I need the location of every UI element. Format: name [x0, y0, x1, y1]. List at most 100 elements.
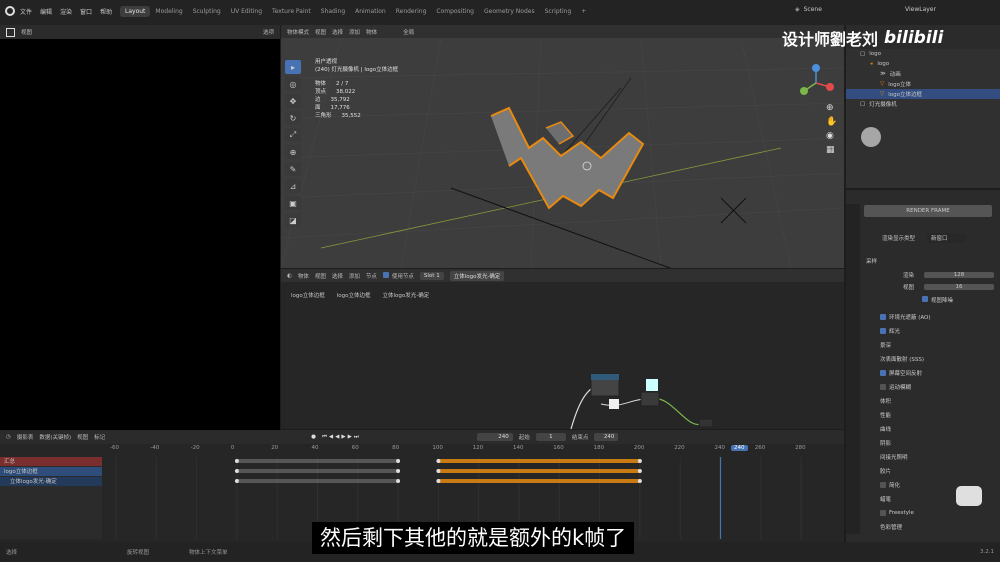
tab-layout[interactable]: Layout: [120, 5, 151, 17]
menu-edit[interactable]: 编辑: [40, 7, 52, 16]
prop-section-5[interactable]: 运动模糊: [860, 380, 1000, 394]
section-checkbox[interactable]: [880, 369, 886, 376]
menu-file[interactable]: 文件: [20, 7, 32, 16]
dopesheet-submode[interactable]: 数据(关键帧): [39, 433, 71, 441]
material-dropdown[interactable]: 立体logo发光-确定: [449, 270, 505, 281]
tab-sculpting[interactable]: Sculpting: [188, 6, 226, 17]
playhead-label[interactable]: 240: [731, 445, 748, 451]
sampling-header[interactable]: 采样: [866, 257, 877, 265]
menu-render[interactable]: 渲染: [60, 7, 72, 16]
viewport-menu-select[interactable]: 选择: [332, 28, 343, 36]
node-editor[interactable]: ◐ 物体 视图 选择 添加 节点 使用节点 Slot 1 立体logo发光-确定…: [281, 269, 844, 429]
channel-logo-border[interactable]: logo立体边框: [0, 467, 102, 476]
render-frame-button[interactable]: RENDER FRAME: [864, 205, 992, 217]
node-object-dropdown[interactable]: 物体: [298, 272, 309, 280]
node-menu-view[interactable]: 视图: [315, 272, 326, 280]
channel-summary[interactable]: 汇总: [0, 457, 102, 466]
viewport-3d[interactable]: 物体模式 视图 选择 添加 物体 全局 ▸ ◎ ✥ ↻ ⤢ ⊕ ✎ ⊿ ▣ ◪ …: [281, 25, 844, 268]
prop-section-3[interactable]: 次表面散射 (SSS): [860, 352, 1000, 366]
tab-geometry-nodes[interactable]: Geometry Nodes: [479, 6, 540, 17]
section-checkbox[interactable]: [880, 509, 886, 516]
dopesheet-mode[interactable]: 摄影表: [17, 433, 34, 441]
add-cube-icon[interactable]: ▣: [285, 196, 301, 210]
node-menu-node[interactable]: 节点: [366, 272, 377, 280]
section-checkbox[interactable]: [880, 327, 886, 334]
tab-texture-paint[interactable]: Texture Paint: [267, 6, 316, 17]
tab-uv-editing[interactable]: UV Editing: [226, 6, 267, 17]
prop-section-0[interactable]: 环境光遮蔽 (AO): [860, 310, 1000, 324]
grid-toggle-icon[interactable]: ▦: [826, 145, 835, 155]
outliner-row-anim[interactable]: ≫ 动画: [846, 69, 1000, 79]
playback-controls[interactable]: ⏮◀◀▶▶⏭: [322, 434, 361, 441]
section-checkbox[interactable]: [880, 313, 886, 320]
dopesheet-type-icon[interactable]: ◷: [6, 434, 11, 440]
add-workspace-button[interactable]: +: [576, 6, 591, 17]
prop-section-2[interactable]: 景深: [860, 338, 1000, 352]
use-nodes-checkbox[interactable]: [382, 271, 389, 278]
viewport-menu-object[interactable]: 物体: [366, 28, 377, 36]
prop-section-8[interactable]: 曲线: [860, 422, 1000, 436]
camera-view-icon[interactable]: ◉: [826, 131, 834, 141]
measure-icon[interactable]: ⊿: [285, 179, 301, 193]
prop-section-14[interactable]: Freestyle: [860, 506, 1000, 520]
cursor-icon[interactable]: ◎: [285, 77, 301, 91]
viewport-menu-view[interactable]: 视图: [315, 28, 326, 36]
prop-section-6[interactable]: 体积: [860, 394, 1000, 408]
tab-modeling[interactable]: Modeling: [150, 6, 187, 17]
viewport-menu-add[interactable]: 添加: [349, 28, 360, 36]
denoise-checkbox[interactable]: [922, 296, 928, 302]
move-icon[interactable]: ✥: [285, 94, 301, 108]
outliner-row-logo-3d[interactable]: ▽ logo立体: [846, 79, 1000, 89]
prop-section-7[interactable]: 性能: [860, 408, 1000, 422]
node-graph[interactable]: [561, 354, 741, 429]
transform-icon[interactable]: ⊕: [285, 145, 301, 159]
prop-section-15[interactable]: 色彩管理: [860, 520, 1000, 534]
transform-orientation[interactable]: 全局: [403, 28, 414, 36]
left-view-mode[interactable]: 视图: [21, 28, 32, 36]
viewport-samples-field[interactable]: 16: [924, 284, 995, 290]
tab-compositing[interactable]: Compositing: [431, 6, 479, 17]
dopesheet-menu-marker[interactable]: 标记: [94, 433, 105, 441]
outliner-row-logo-border[interactable]: ▽ logo立体边框: [846, 89, 1000, 99]
use-nodes-toggle[interactable]: 使用节点: [382, 271, 414, 280]
breadcrumb-mesh[interactable]: logo立体边框: [337, 291, 371, 299]
dopesheet-menu-view[interactable]: 视图: [77, 433, 88, 441]
breadcrumb-object[interactable]: logo立体边框: [291, 291, 325, 299]
node-menu-select[interactable]: 选择: [332, 272, 343, 280]
select-box-icon[interactable]: ▸: [285, 60, 301, 74]
end-frame-field[interactable]: 240: [594, 433, 619, 441]
viewlayer-selector[interactable]: ViewLayer: [905, 6, 936, 13]
viewport-mode-dropdown[interactable]: 物体模式: [287, 28, 309, 36]
prop-section-1[interactable]: 辉光: [860, 324, 1000, 338]
denoise-row[interactable]: 视图降噪: [922, 296, 953, 304]
current-frame-field[interactable]: 240: [476, 433, 513, 441]
prop-section-11[interactable]: 胶片: [860, 464, 1000, 478]
slot-dropdown[interactable]: Slot 1: [419, 271, 444, 280]
prop-section-9[interactable]: 阴影: [860, 436, 1000, 450]
node-editor-type-icon[interactable]: ◐: [287, 273, 292, 279]
start-frame-field[interactable]: 1: [535, 433, 566, 441]
outliner-row-logo-child[interactable]: ⚹ logo: [846, 59, 1000, 69]
select-tool-icon[interactable]: [6, 27, 15, 37]
zoom-icon[interactable]: ⊕: [826, 103, 834, 113]
tab-rendering[interactable]: Rendering: [391, 6, 432, 17]
menu-window[interactable]: 窗口: [80, 7, 92, 16]
prop-section-10[interactable]: 间接光照明: [860, 450, 1000, 464]
section-checkbox[interactable]: [880, 383, 886, 390]
menu-help[interactable]: 帮助: [100, 7, 112, 16]
blender-logo-icon[interactable]: [5, 6, 15, 16]
outliner-row-logo[interactable]: ▢ logo: [846, 49, 1000, 59]
scene-selector[interactable]: ◈ Scene: [795, 6, 822, 13]
render-samples-field[interactable]: 128: [924, 272, 995, 278]
navigation-gizmo[interactable]: [796, 63, 836, 103]
record-button[interactable]: ●: [311, 434, 316, 440]
scale-icon[interactable]: ⤢: [285, 128, 301, 142]
tab-animation[interactable]: Animation: [350, 6, 391, 17]
prop-section-4[interactable]: 屏幕空间反射: [860, 366, 1000, 380]
breadcrumb-material[interactable]: 立体logo发光-确定: [383, 291, 430, 299]
section-checkbox[interactable]: [880, 481, 886, 488]
rotate-icon[interactable]: ↻: [285, 111, 301, 125]
pan-hand-icon[interactable]: ✋: [826, 117, 837, 127]
node-menu-add[interactable]: 添加: [349, 272, 360, 280]
extrude-icon[interactable]: ◪: [285, 213, 301, 227]
